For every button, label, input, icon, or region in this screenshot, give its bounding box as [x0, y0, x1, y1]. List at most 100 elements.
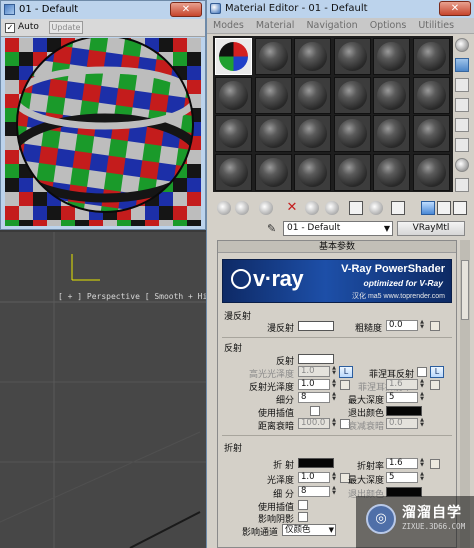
spinner-arrows-icon[interactable]: ▲ ▼: [331, 472, 337, 483]
spinner-arrows-icon[interactable]: ▲ ▼: [419, 379, 425, 390]
material-slot[interactable]: [294, 115, 331, 152]
rollout-header[interactable]: 基本参数: [218, 241, 456, 253]
material-slot[interactable]: [333, 115, 371, 152]
material-slot[interactable]: [412, 38, 450, 75]
sample-uv-tiling-icon[interactable]: [455, 98, 469, 112]
refraction-glossiness-spinner[interactable]: 1.0: [298, 472, 330, 483]
make-unique-icon[interactable]: [325, 201, 339, 215]
auto-checkbox[interactable]: ✓: [5, 23, 15, 33]
sample-type-icon[interactable]: [455, 38, 469, 52]
select-by-material-icon[interactable]: [455, 178, 469, 192]
menu-material[interactable]: Material: [256, 18, 295, 33]
material-editor-titlebar[interactable]: Material Editor - 01 - Default ✕: [207, 0, 474, 18]
material-slot[interactable]: [254, 153, 292, 191]
fresnel-ior-map-button[interactable]: [430, 380, 440, 390]
refract-color-swatch[interactable]: [298, 458, 334, 468]
material-slot[interactable]: [215, 38, 252, 75]
go-to-parent-icon[interactable]: [437, 201, 451, 215]
material-type-button[interactable]: VRayMtl: [397, 221, 465, 236]
video-color-check-icon[interactable]: [455, 118, 469, 132]
spinner-arrows-icon[interactable]: ▲ ▼: [419, 458, 425, 469]
menu-modes[interactable]: Modes: [213, 18, 244, 33]
hilight-glossiness-spinner[interactable]: 1.0: [298, 366, 330, 377]
diffuse-color-swatch[interactable]: [298, 321, 334, 331]
fresnel-ior-spinner[interactable]: 1.6: [386, 379, 418, 390]
get-material-icon[interactable]: [217, 201, 231, 215]
dim-distance-spinner[interactable]: 100.0: [298, 418, 330, 429]
go-forward-to-sibling-icon[interactable]: [453, 201, 467, 215]
max-depth-spinner[interactable]: 5: [386, 392, 418, 403]
material-slot[interactable]: [254, 115, 292, 152]
material-slot[interactable]: [333, 38, 371, 75]
close-button[interactable]: ✕: [439, 1, 471, 16]
put-to-library-icon[interactable]: [349, 201, 363, 215]
render-titlebar[interactable]: 01 - Default ✕: [1, 1, 205, 19]
background-icon[interactable]: [455, 78, 469, 92]
hilight-lock-button[interactable]: L: [339, 366, 353, 378]
viewport-label[interactable]: [ + ] Perspective [ Smooth + Highl: [58, 292, 210, 301]
menu-utilities[interactable]: Utilities: [418, 18, 454, 33]
subdivs-spinner[interactable]: 8: [298, 392, 330, 403]
close-button[interactable]: ✕: [170, 2, 202, 17]
spinner-arrows-icon[interactable]: ▲ ▼: [419, 472, 425, 483]
scrollbar-thumb[interactable]: [461, 260, 469, 320]
spinner-arrows-icon[interactable]: ▲ ▼: [419, 320, 425, 331]
use-interpolation-checkbox[interactable]: [310, 406, 320, 416]
fresnel-lock-button[interactable]: L: [430, 366, 444, 378]
material-slot[interactable]: [412, 153, 450, 191]
material-name-field[interactable]: 01 - Default ▼: [283, 221, 393, 236]
material-slot[interactable]: [373, 76, 410, 114]
roughness-map-button[interactable]: [430, 321, 440, 331]
spinner-arrows-icon[interactable]: ▲ ▼: [331, 418, 337, 429]
material-slot[interactable]: [333, 153, 371, 191]
make-preview-icon[interactable]: [455, 138, 469, 152]
material-slot[interactable]: [254, 76, 292, 114]
refraction-use-interpolation-checkbox[interactable]: [298, 500, 308, 510]
spinner-arrows-icon[interactable]: ▲ ▼: [331, 486, 337, 497]
material-slot[interactable]: [215, 153, 252, 191]
assign-to-selection-icon[interactable]: [259, 201, 273, 215]
spinner-arrows-icon[interactable]: ▲ ▼: [331, 392, 337, 403]
eyedropper-icon[interactable]: ✎: [267, 222, 279, 235]
spinner-arrows-icon[interactable]: ▲ ▼: [331, 379, 337, 390]
refraction-max-depth-spinner[interactable]: 5: [386, 472, 418, 483]
material-slot[interactable]: [333, 76, 371, 114]
refraction-subdivs-spinner[interactable]: 8: [298, 486, 330, 497]
ior-spinner[interactable]: 1.6: [386, 458, 418, 469]
material-slot[interactable]: [412, 115, 450, 152]
options-icon[interactable]: [455, 158, 469, 172]
menu-options[interactable]: Options: [370, 18, 407, 33]
reset-map-icon[interactable]: ✕: [285, 201, 299, 215]
material-slot[interactable]: [254, 38, 292, 75]
material-slot[interactable]: [373, 153, 410, 191]
menu-navigation[interactable]: Navigation: [306, 18, 357, 33]
show-map-in-viewport-icon[interactable]: [391, 201, 405, 215]
material-slot[interactable]: [412, 76, 450, 114]
affect-channels-select[interactable]: 仅颜色 ▼: [282, 524, 336, 536]
dim-falloff-spinner[interactable]: 0.0: [386, 418, 418, 429]
reflection-glossiness-spinner[interactable]: 1.0: [298, 379, 330, 390]
material-slot[interactable]: [373, 38, 410, 75]
spinner-arrows-icon[interactable]: ▲ ▼: [419, 392, 425, 403]
material-slot[interactable]: [215, 115, 252, 152]
spinner-arrows-icon[interactable]: ▲ ▼: [331, 366, 337, 377]
affect-shadows-checkbox[interactable]: [298, 512, 308, 522]
material-slot[interactable]: [294, 76, 331, 114]
update-button[interactable]: Update: [49, 21, 83, 34]
ior-map-button[interactable]: [430, 459, 440, 469]
reflect-color-swatch[interactable]: [298, 354, 334, 364]
material-slot[interactable]: [294, 38, 331, 75]
roughness-spinner[interactable]: 0.0: [386, 320, 418, 331]
exit-color-swatch[interactable]: [386, 406, 422, 416]
make-copy-icon[interactable]: [305, 201, 319, 215]
material-slot[interactable]: [215, 76, 252, 114]
material-slot[interactable]: [294, 153, 331, 191]
perspective-viewport[interactable]: [ + ] Perspective [ Smooth + Highl: [0, 232, 210, 548]
material-slot[interactable]: [373, 115, 410, 152]
material-id-channel-icon[interactable]: [369, 201, 383, 215]
fresnel-checkbox[interactable]: [417, 367, 427, 377]
spinner-arrows-icon[interactable]: ▲ ▼: [419, 418, 425, 429]
backlight-icon[interactable]: [455, 58, 469, 72]
put-to-scene-icon[interactable]: [235, 201, 249, 215]
show-end-result-icon[interactable]: [421, 201, 435, 215]
